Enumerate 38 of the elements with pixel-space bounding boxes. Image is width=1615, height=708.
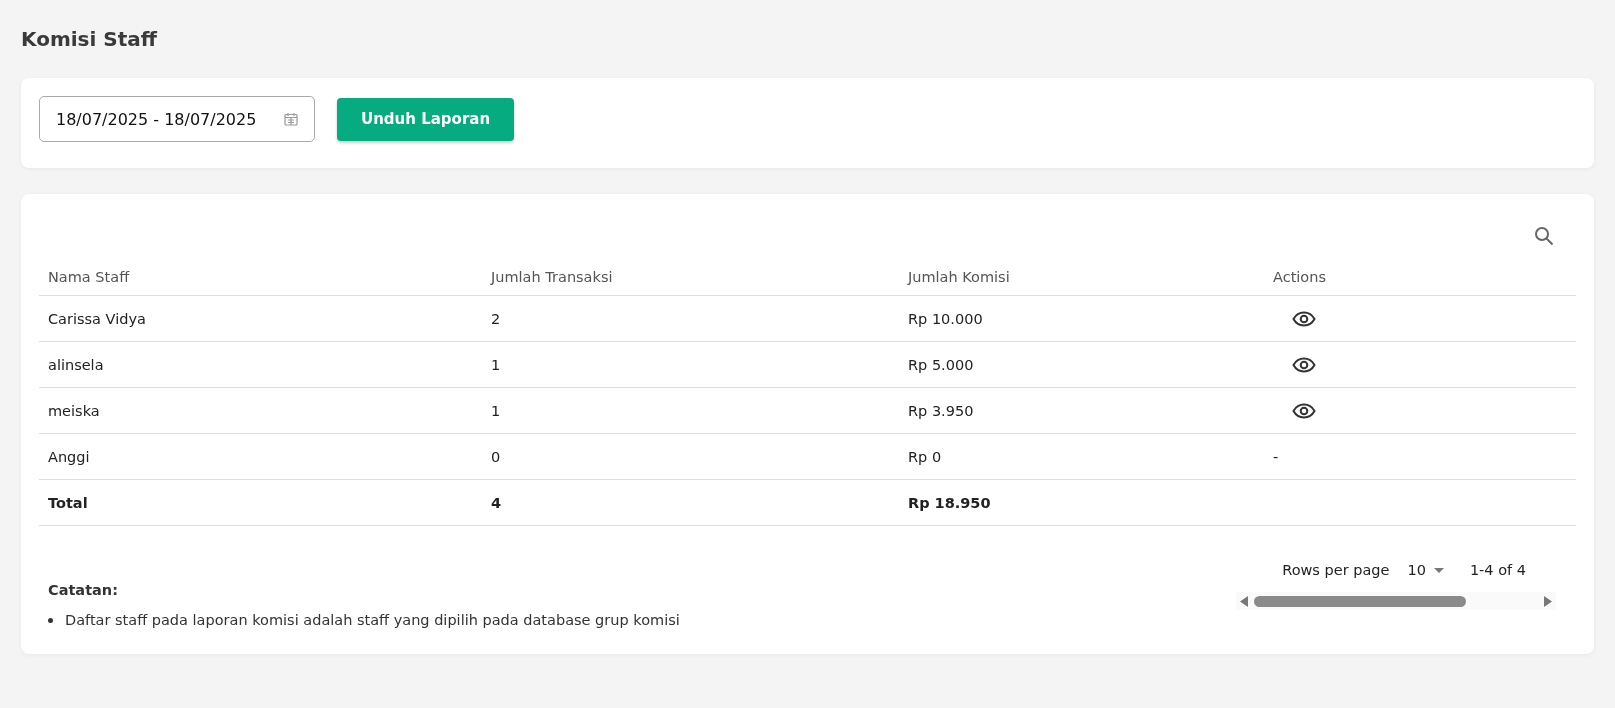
eye-icon[interactable] (1292, 310, 1316, 327)
page-title: Komisi Staff (21, 26, 158, 53)
table-cell: 2 (482, 296, 899, 342)
table-cell: Carissa Vidya (39, 296, 482, 342)
total-commission: Rp 18.950 (899, 480, 1264, 526)
table-cell: alinsela (39, 342, 482, 388)
scroll-right-icon[interactable] (1544, 595, 1552, 607)
table-cell: 0 (482, 434, 899, 480)
column-header: Nama Staff (39, 258, 482, 296)
calendar-icon (284, 112, 298, 126)
column-header: Jumlah Komisi (899, 258, 1264, 296)
search-icon[interactable] (1534, 226, 1554, 246)
table-cell: meiska (39, 388, 482, 434)
table-cell: Rp 10.000 (899, 296, 1264, 342)
table-cell: Rp 5.000 (899, 342, 1264, 388)
date-range-field[interactable]: 18/07/2025 - 18/07/2025 (39, 96, 315, 142)
note-text: Daftar staff pada laporan komisi adalah staff yang dipilih pada database grup komisi (65, 612, 680, 628)
rows-per-page-label: Rows per page (1282, 562, 1390, 578)
caret-icon (1433, 567, 1444, 573)
column-header: Jumlah Transaksi (482, 258, 899, 296)
column-header: Actions (1264, 258, 1576, 296)
page-range: 1-4 of 4 (1469, 562, 1526, 578)
bullet-icon (48, 617, 53, 623)
eye-icon[interactable] (1292, 402, 1316, 419)
eye-icon[interactable] (1292, 356, 1316, 373)
table-cell: 1 (482, 342, 899, 388)
horizontal-scrollbar[interactable] (1236, 592, 1556, 610)
no-action-text: - (1273, 448, 1279, 465)
total-label: Total (39, 480, 482, 526)
table-cell: Rp 0 (899, 434, 1264, 480)
table-cell: Rp 3.950 (899, 388, 1264, 434)
table-cell: 1 (482, 388, 899, 434)
notes-title: Catatan: (48, 582, 119, 598)
scrollbar-thumb[interactable] (1254, 595, 1466, 607)
scroll-left-icon[interactable] (1240, 595, 1248, 607)
rows-per-page-select[interactable]: 10 (1401, 562, 1458, 578)
total-transactions: 4 (482, 480, 899, 526)
table-cell: Anggi (39, 434, 482, 480)
